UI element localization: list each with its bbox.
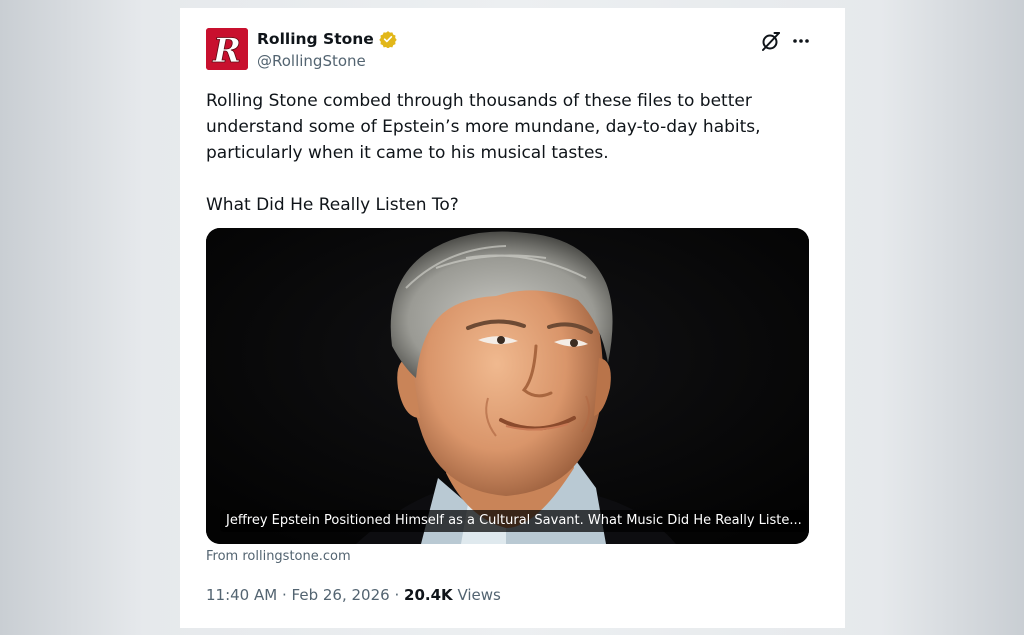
tweet-card: R Rolling Stone @RollingStone Rolling St… [180, 8, 845, 628]
verified-badge-icon[interactable] [379, 30, 397, 49]
meta-separator: · [394, 586, 400, 604]
logo-letter: R [212, 31, 241, 70]
views-label: Views [457, 586, 501, 604]
link-source[interactable]: From rollingstone.com [206, 549, 351, 564]
author-display-name[interactable]: Rolling Stone [257, 30, 374, 48]
link-card-caption: Jeffrey Epstein Positioned Himself as a … [220, 510, 807, 532]
meta-separator: · [281, 586, 287, 604]
tweet-text: Rolling Stone combed through thousands o… [206, 88, 816, 218]
author-avatar[interactable]: R [206, 28, 248, 70]
tweet-date[interactable]: Feb 26, 2026 [292, 586, 390, 604]
more-options-icon[interactable] [790, 30, 812, 52]
tweet-time[interactable]: 11:40 AM [206, 586, 277, 604]
author-handle[interactable]: @RollingStone [257, 52, 366, 70]
grok-icon[interactable] [760, 30, 782, 52]
views-count[interactable]: 20.4K [404, 586, 453, 604]
link-card-image [206, 228, 809, 544]
author-name-row: Rolling Stone [257, 30, 397, 49]
tweet-meta: 11:40 AM · Feb 26, 2026 · 20.4K Views [206, 586, 501, 604]
link-card-media[interactable]: Jeffrey Epstein Positioned Himself as a … [206, 228, 809, 544]
tweet-paragraph: What Did He Really Listen To? [206, 195, 459, 215]
tweet-paragraph: Rolling Stone combed through thousands o… [206, 91, 761, 163]
rolling-stone-logo-icon: R [206, 28, 248, 70]
